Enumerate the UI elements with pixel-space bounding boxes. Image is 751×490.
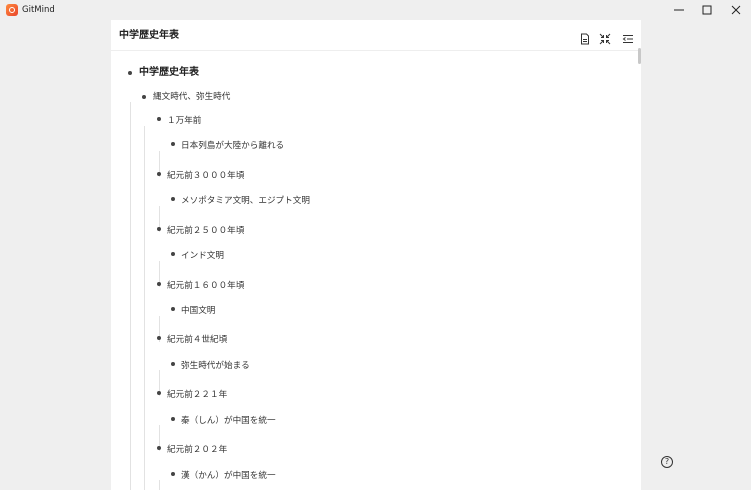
outline-date-node[interactable]: 紀元前３０００年頃 [167, 170, 244, 182]
document-panel: 中学歴史年表 中学歴史年表 縄文時代、弥生時代 １万年前 日本列島が大陸から離れ… [111, 20, 641, 490]
help-icon[interactable]: ? [661, 456, 673, 468]
bullet-icon [157, 172, 161, 176]
outline-event-node[interactable]: 弥生時代が始まる [181, 360, 250, 372]
indent-guide [130, 102, 131, 490]
indent-guide [159, 480, 160, 490]
bullet-icon [128, 71, 132, 75]
outline-era-node[interactable]: 縄文時代、弥生時代 [153, 91, 230, 103]
gitmind-logo-icon [6, 4, 18, 16]
bullet-icon [171, 307, 175, 311]
bullet-icon [142, 95, 146, 99]
close-button[interactable] [721, 0, 751, 20]
outline-date-node[interactable]: 紀元前１６００年頃 [167, 280, 244, 292]
bullet-icon [171, 142, 175, 146]
outline-date-node[interactable]: 紀元前２５００年頃 [167, 225, 244, 237]
minimize-button[interactable] [664, 0, 694, 20]
outline-event-node[interactable]: インド文明 [181, 250, 224, 262]
outline-event-node[interactable]: メソポタミア文明、エジプト文明 [181, 195, 310, 207]
outline-date-node[interactable]: 紀元前４世紀頃 [167, 334, 227, 346]
app-title: GitMind [22, 5, 55, 15]
outline-event-node[interactable]: 秦（しん）が中国を統一 [181, 415, 276, 427]
bullet-icon [157, 227, 161, 231]
bullet-icon [157, 391, 161, 395]
minimize-icon [674, 9, 684, 11]
bullet-icon [157, 282, 161, 286]
bullet-icon [171, 252, 175, 256]
bullet-icon [171, 417, 175, 421]
bullet-icon [157, 336, 161, 340]
outline-tree: 中学歴史年表 縄文時代、弥生時代 １万年前 日本列島が大陸から離れる 紀元前３０… [111, 20, 641, 490]
outline-event-node[interactable]: 日本列島が大陸から離れる [181, 140, 284, 152]
bullet-icon [171, 197, 175, 201]
bullet-icon [171, 472, 175, 476]
maximize-icon [702, 5, 712, 15]
bullet-icon [157, 446, 161, 450]
outline-date-node[interactable]: １万年前 [167, 115, 201, 127]
outline-date-node[interactable]: 紀元前２０２年 [167, 444, 227, 456]
title-bar: GitMind [0, 0, 751, 20]
indent-guide [144, 126, 145, 490]
bullet-icon [157, 117, 161, 121]
outline-event-node[interactable]: 中国文明 [181, 305, 215, 317]
outline-event-node[interactable]: 漢（かん）が中国を統一 [181, 470, 276, 482]
maximize-button[interactable] [692, 0, 722, 20]
bullet-icon [171, 362, 175, 366]
outline-root-node[interactable]: 中学歴史年表 [139, 67, 199, 79]
close-icon [731, 5, 741, 15]
outline-date-node[interactable]: 紀元前２２１年 [167, 389, 227, 401]
